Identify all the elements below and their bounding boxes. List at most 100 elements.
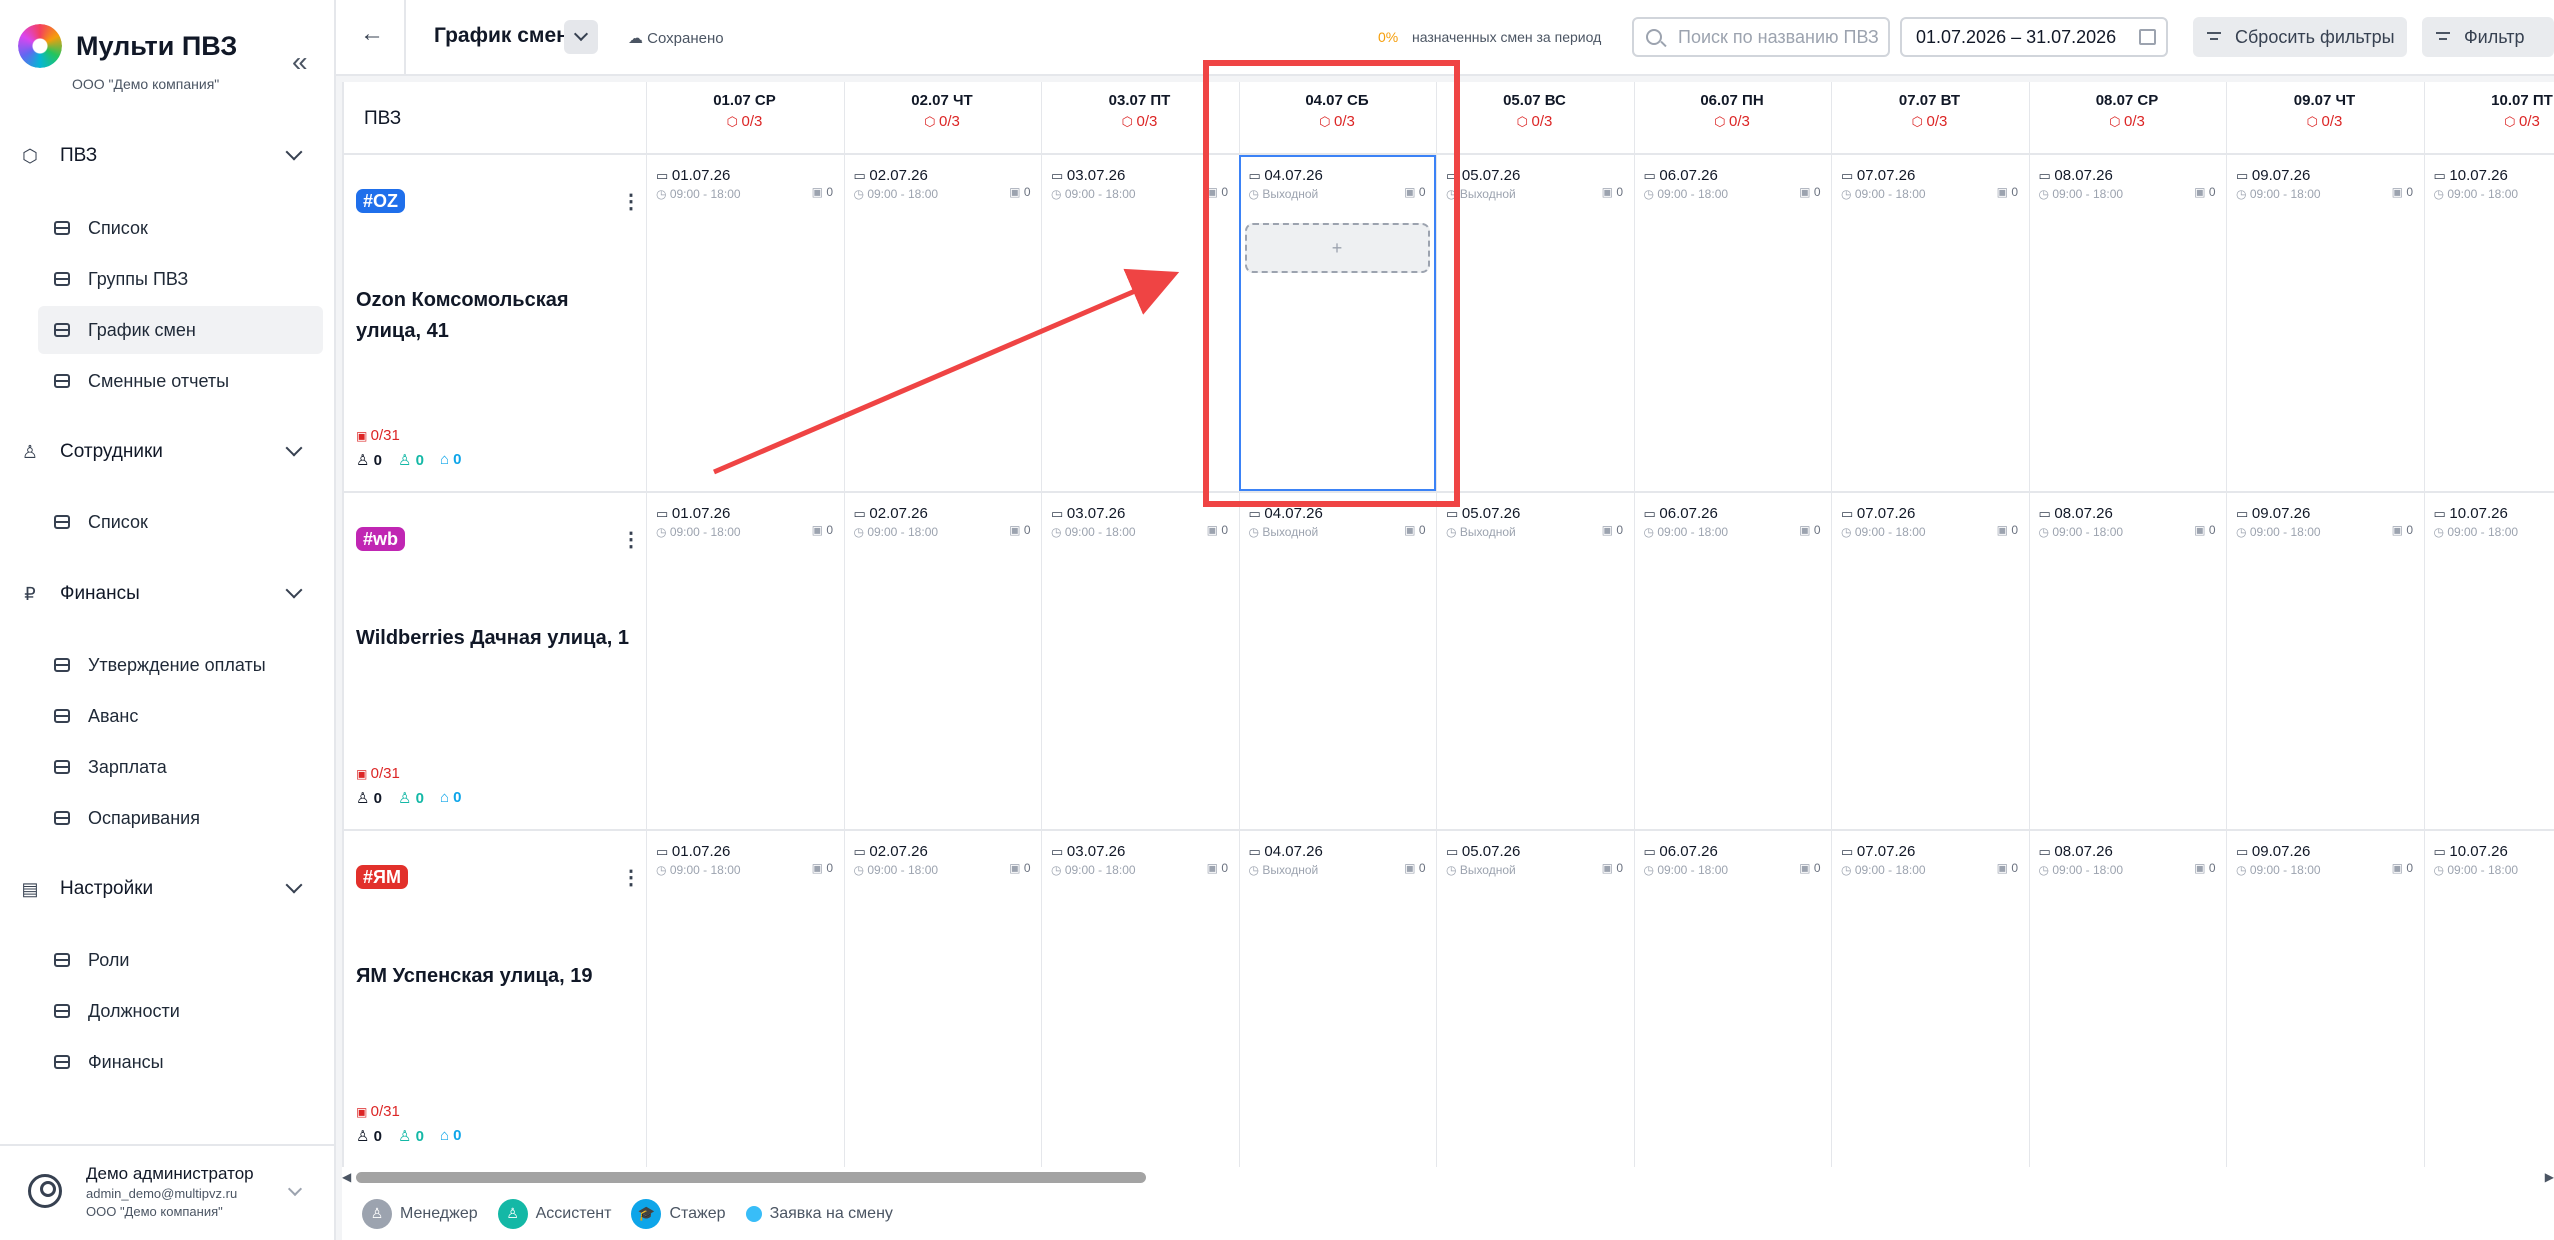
sidebar-item-salary[interactable]: Зарплата xyxy=(38,743,323,791)
more-options-icon[interactable]: ⋮ xyxy=(621,865,641,890)
back-arrow-icon[interactable]: ← xyxy=(360,20,384,48)
shift-time: 09:00 - 18:00 xyxy=(2039,525,2123,539)
day-header[interactable]: 03.07 ПТ 0/3 xyxy=(1041,92,1238,130)
shift-cell[interactable]: 03.07.26 09:00 - 18:00 0 xyxy=(1041,493,1238,829)
sidebar-item-payment-approval[interactable]: Утверждение оплаты xyxy=(38,641,323,689)
day-header[interactable]: 01.07 СР 0/3 xyxy=(646,92,843,130)
sidebar-item-shift-schedule[interactable]: График смен xyxy=(38,306,323,354)
nav-section-employees[interactable]: ♙ Сотрудники xyxy=(20,430,314,474)
legend-label: Стажер xyxy=(669,1204,726,1222)
shift-cell[interactable]: 02.07.26 09:00 - 18:00 0 xyxy=(844,155,1041,491)
app-logo[interactable]: Мульти ПВЗ xyxy=(18,24,237,68)
day-header[interactable]: 02.07 ЧТ 0/3 xyxy=(844,92,1041,130)
request-dot-icon xyxy=(745,1205,762,1222)
day-header-date: 07.07 ВТ xyxy=(1898,92,1961,109)
day-header[interactable]: 06.07 ПН 0/3 xyxy=(1634,92,1831,130)
shift-cell[interactable]: 04.07.26 Выходной 0 + xyxy=(1238,155,1436,491)
shift-date: 06.07.26 xyxy=(1644,167,1717,184)
shift-cell[interactable]: 07.07.26 09:00 - 18:00 0 xyxy=(1831,155,2028,491)
scroll-left-icon[interactable]: ◀ xyxy=(342,1170,351,1184)
shift-time: 09:00 - 18:00 xyxy=(2236,187,2321,201)
day-header[interactable]: 07.07 ВТ 0/3 xyxy=(1831,92,2028,130)
list-icon xyxy=(54,709,70,723)
shift-time: Выходной xyxy=(1249,187,1318,201)
shift-cell[interactable]: 09.07.26 09:00 - 18:00 0 xyxy=(2226,831,2423,1167)
nav-section-finance[interactable]: ₽ Финансы xyxy=(20,572,314,616)
sidebar-item-pvz-groups[interactable]: Группы ПВЗ xyxy=(38,255,323,303)
shift-cell[interactable]: 08.07.26 09:00 - 18:00 0 xyxy=(2029,493,2226,829)
nav-section-pvz[interactable]: ⬡ ПВЗ xyxy=(20,134,314,178)
sidebar-item-disputes[interactable]: Оспаривания xyxy=(38,794,323,842)
reset-filters-label: Сбросить фильтры xyxy=(2235,26,2395,47)
manager-icon: ♙ xyxy=(362,1198,392,1229)
scroll-right-icon[interactable]: ▶ xyxy=(2545,1170,2554,1184)
shift-cell[interactable]: 10.07.2609:00 - 18:000 xyxy=(2424,493,2554,829)
horizontal-scrollbar[interactable]: ◀ ▶ xyxy=(342,1167,2554,1187)
shift-staff-count: 0 xyxy=(1009,861,1031,875)
divider xyxy=(404,0,406,76)
shift-staff-count: 0 xyxy=(1799,523,1821,537)
shift-cell[interactable]: 02.07.26 09:00 - 18:00 0 xyxy=(844,831,1041,1167)
pvz-staff-stats: ♙ 0 ♙ 0 ⌂ 0 xyxy=(356,789,462,807)
date-range-picker[interactable]: 01.07.2026 – 31.07.2026 xyxy=(1900,17,2168,57)
shift-cell[interactable]: 01.07.26 09:00 - 18:00 0 xyxy=(646,493,843,829)
avatar xyxy=(28,1174,62,1208)
pvz-staff-stats: ♙ 0 ♙ 0 ⌂ 0 xyxy=(356,451,462,469)
sidebar-item-advance[interactable]: Аванс xyxy=(38,692,323,740)
shift-cell[interactable]: 08.07.26 09:00 - 18:00 0 xyxy=(2029,155,2226,491)
shift-cell[interactable]: 06.07.26 09:00 - 18:00 0 xyxy=(1634,831,1831,1167)
shift-date: 05.07.26 xyxy=(1446,843,1520,860)
shift-cell[interactable]: 09.07.26 09:00 - 18:00 0 xyxy=(2226,155,2423,491)
shift-cell[interactable]: 01.07.26 09:00 - 18:00 0 xyxy=(646,831,843,1167)
shift-staff-count: 0 xyxy=(812,523,833,537)
reset-filters-button[interactable]: Сбросить фильтры xyxy=(2193,17,2407,57)
sidebar-item-positions[interactable]: Должности xyxy=(38,987,323,1035)
scrollbar-thumb[interactable] xyxy=(356,1172,1146,1183)
shift-cell[interactable]: 04.07.26 Выходной 0 xyxy=(1239,493,1436,829)
shift-cell[interactable]: 10.07.2609:00 - 18:000 xyxy=(2424,831,2554,1167)
filter-button[interactable]: Фильтр xyxy=(2422,17,2554,57)
day-header[interactable]: 04.07 СБ 0/3 xyxy=(1239,92,1436,130)
shift-cell[interactable]: 03.07.26 09:00 - 18:00 0 xyxy=(1041,831,1238,1167)
collapse-sidebar-icon[interactable]: « xyxy=(292,46,308,78)
search-field[interactable] xyxy=(1632,17,1890,57)
shift-cell[interactable]: 01.07.26 09:00 - 18:00 0 xyxy=(646,155,843,491)
shift-cell[interactable]: 04.07.26 Выходной 0 xyxy=(1239,831,1436,1167)
day-header[interactable]: 09.07 ЧТ 0/3 xyxy=(2226,92,2423,130)
more-options-icon[interactable]: ⋮ xyxy=(621,527,641,552)
shift-cell[interactable]: 02.07.26 09:00 - 18:00 0 xyxy=(844,493,1041,829)
day-header-count: 0/3 xyxy=(1831,113,2028,130)
shift-time: 09:00 - 18:00 xyxy=(2039,187,2123,201)
shift-cell[interactable]: 07.07.26 09:00 - 18:00 0 xyxy=(1831,493,2028,829)
shift-cell[interactable]: 05.07.26 Выходной 0 xyxy=(1436,155,1633,491)
logo-icon xyxy=(18,24,62,68)
marketplace-badge: #OZ xyxy=(356,189,406,213)
shift-cell[interactable]: 05.07.26 Выходной 0 xyxy=(1436,493,1633,829)
search-input[interactable] xyxy=(1678,27,1878,48)
shift-cell[interactable]: 06.07.26 09:00 - 18:00 0 xyxy=(1634,493,1831,829)
nav-section-label: Финансы xyxy=(60,583,140,604)
title-dropdown-button[interactable] xyxy=(564,20,598,54)
shift-cell[interactable]: 05.07.26 Выходной 0 xyxy=(1436,831,1633,1167)
shift-cell[interactable]: 09.07.26 09:00 - 18:00 0 xyxy=(2226,493,2423,829)
day-header[interactable]: 10.07 ПТ 0/3 xyxy=(2424,92,2554,130)
sidebar-item-pvz-list[interactable]: Список xyxy=(38,204,323,252)
shift-cell[interactable]: 07.07.26 09:00 - 18:00 0 xyxy=(1831,831,2028,1167)
sidebar-item-roles[interactable]: Роли xyxy=(38,936,323,984)
list-icon xyxy=(54,323,70,337)
shift-cell[interactable]: 08.07.26 09:00 - 18:00 0 xyxy=(2029,831,2226,1167)
sidebar-item-settings-finance[interactable]: Финансы xyxy=(38,1038,323,1086)
day-header[interactable]: 08.07 СР 0/3 xyxy=(2029,92,2226,130)
shift-staff-count: 0 xyxy=(1404,523,1426,537)
shift-cell[interactable]: 03.07.26 09:00 - 18:00 0 xyxy=(1041,155,1238,491)
add-shift-button[interactable]: + xyxy=(1244,223,1430,273)
day-header[interactable]: 05.07 ВС 0/3 xyxy=(1436,92,1633,130)
shift-staff-count: 0 xyxy=(1404,861,1426,875)
nav-section-settings[interactable]: ▤ Настройки xyxy=(20,867,314,911)
sidebar-item-shift-reports[interactable]: Сменные отчеты xyxy=(38,357,323,405)
sidebar-item-employees-list[interactable]: Список xyxy=(38,498,323,546)
shift-cell[interactable]: 06.07.26 09:00 - 18:00 0 xyxy=(1634,155,1831,491)
user-profile[interactable]: Демо администратор admin_demo@multipvz.r… xyxy=(0,1144,334,1240)
more-options-icon[interactable]: ⋮ xyxy=(621,189,641,214)
shift-cell[interactable]: 10.07.2609:00 - 18:000 xyxy=(2424,155,2554,491)
